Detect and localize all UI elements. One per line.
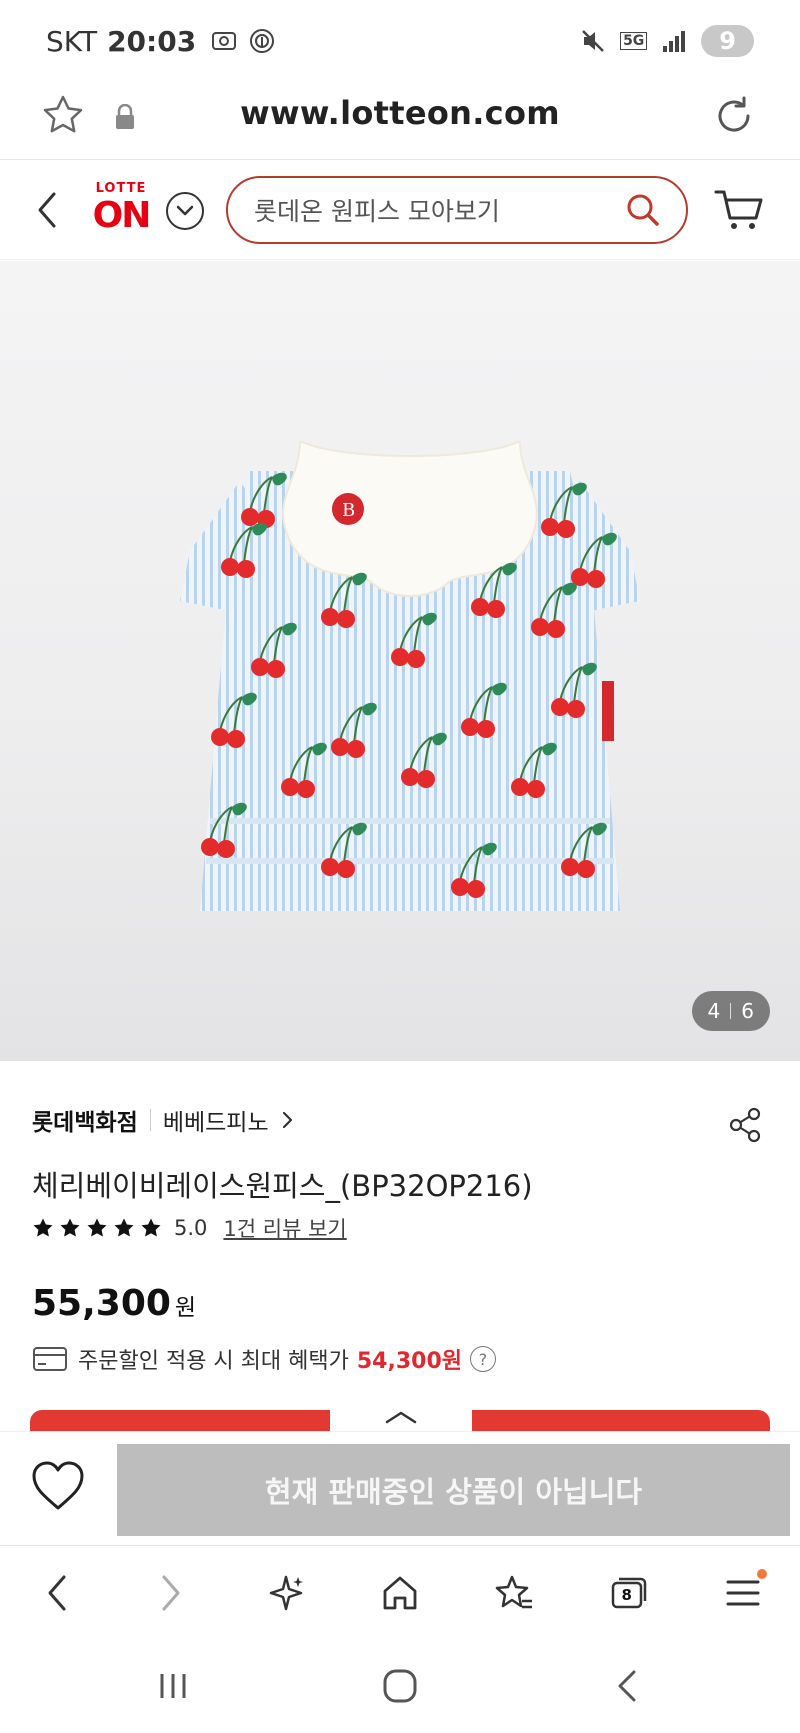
search-input[interactable]: 롯데온 원피스 모아보기	[254, 192, 626, 228]
purchase-bar: 현재 판매중인 상품이 아닙니다	[0, 1431, 800, 1545]
star-icon	[114, 1218, 134, 1237]
browser-toolbar: 8	[0, 1545, 800, 1639]
system-nav-bar	[0, 1639, 800, 1733]
chevron-right-icon	[282, 1111, 292, 1129]
home-system-button[interactable]	[370, 1661, 430, 1711]
logo-text-main: ON	[92, 195, 152, 236]
rating-stars	[32, 1217, 162, 1239]
benefit-price: 54,300원	[356, 1349, 462, 1374]
benefit-row: 주문할인 적용 시 최대 혜택가 54,300원 ?	[32, 1343, 496, 1375]
price-row: 55,300 원	[32, 1283, 196, 1324]
screen: SKT 20:03 5G 9 www.lotteon.com LOTTE ON …	[0, 0, 800, 1733]
product-info: 롯데백화점 베베드피노 체리베이비레이스원피스_(BP32OP216) 5.0 …	[0, 1061, 800, 1431]
sparkle-icon	[269, 1575, 303, 1610]
store-name: 롯데백화점	[32, 1110, 138, 1136]
brand-row[interactable]: 롯데백화점 베베드피노	[32, 1103, 295, 1137]
product-title: 체리베이비레이스원피스_(BP32OP216)	[32, 1169, 533, 1203]
clock: 20:03	[107, 24, 197, 58]
carrier-label: SKT	[46, 24, 98, 58]
image-current: 4	[707, 999, 721, 1023]
heart-icon[interactable]	[30, 1460, 86, 1512]
cart-icon[interactable]	[714, 186, 764, 232]
bookmarks-button[interactable]	[484, 1563, 544, 1623]
recent-apps-button[interactable]	[143, 1661, 203, 1711]
back-system-button[interactable]	[597, 1661, 657, 1711]
counter-divider	[730, 1003, 732, 1019]
reload-icon[interactable]	[710, 92, 758, 140]
recent-apps-icon	[160, 1674, 186, 1698]
price-unit: 원	[174, 1295, 197, 1321]
star-icon	[60, 1218, 80, 1237]
share-icon[interactable]	[728, 1107, 762, 1143]
status-right: 5G 9	[580, 25, 754, 57]
search-icon[interactable]	[626, 193, 660, 227]
address-url[interactable]: www.lotteon.com	[0, 94, 800, 132]
logo-text-top: LOTTE	[95, 181, 147, 196]
not-on-sale-button[interactable]: 현재 판매중인 상품이 아닙니다	[117, 1444, 790, 1536]
brand-link[interactable]: 베베드피노	[163, 1103, 269, 1137]
image-total: 6	[741, 999, 754, 1023]
notification-dot	[756, 1568, 767, 1579]
mute-icon	[582, 30, 604, 52]
product-price: 55,300	[32, 1283, 171, 1324]
tab-count: 8	[621, 1585, 632, 1604]
site-header: LOTTE ON 롯데온 원피스 모아보기	[0, 160, 800, 260]
back-icon	[48, 1575, 66, 1610]
home-circle-icon	[383, 1669, 417, 1703]
benefit-text: 주문할인 적용 시 최대 혜택가	[78, 1349, 349, 1374]
service-menu-button[interactable]	[166, 192, 204, 230]
chevron-up-icon	[385, 1411, 417, 1424]
brand-divider	[149, 1109, 151, 1131]
battery-badge: 9	[701, 25, 754, 57]
status-bar: SKT 20:03 5G 9	[0, 0, 800, 82]
product-image-gallery[interactable]: B 4 6	[0, 261, 800, 1061]
browser-url-bar: www.lotteon.com	[0, 82, 800, 160]
back-chevron-icon	[618, 1670, 636, 1702]
signal-icon	[663, 31, 686, 52]
rating-row: 5.0 1건 리뷰 보기	[32, 1213, 347, 1243]
network-type: 5G	[620, 32, 648, 50]
browser-back-button[interactable]	[27, 1563, 87, 1623]
image-counter: 4 6	[691, 991, 770, 1031]
bookmark-list-icon	[496, 1575, 533, 1608]
star-icon	[87, 1218, 107, 1237]
lotteon-logo[interactable]: LOTTE ON	[86, 182, 156, 240]
browser-forward-button[interactable]	[141, 1563, 201, 1623]
product-image-dress: B	[180, 441, 640, 911]
browser-menu-button[interactable]	[713, 1563, 773, 1623]
rating-score: 5.0	[174, 1216, 208, 1240]
home-icon	[383, 1576, 417, 1609]
screenshot-icon	[212, 32, 237, 50]
tabs-button[interactable]: 8	[599, 1563, 659, 1623]
card-icon	[33, 1347, 67, 1371]
svg-text:B: B	[342, 500, 355, 521]
menu-icon	[726, 1580, 760, 1605]
status-notification-icons	[210, 27, 276, 55]
star-icon	[33, 1218, 53, 1237]
ai-sparkle-button[interactable]	[256, 1563, 316, 1623]
home-button[interactable]	[370, 1563, 430, 1623]
chevron-down-icon	[176, 205, 194, 216]
forward-icon	[162, 1575, 180, 1610]
star-icon	[141, 1218, 161, 1237]
fingerprint-icon	[250, 29, 275, 53]
search-box[interactable]: 롯데온 원피스 모아보기	[226, 176, 688, 244]
review-link[interactable]: 1건 리뷰 보기	[223, 1213, 346, 1243]
back-arrow-icon[interactable]	[32, 188, 62, 232]
help-icon[interactable]: ?	[470, 1346, 496, 1372]
